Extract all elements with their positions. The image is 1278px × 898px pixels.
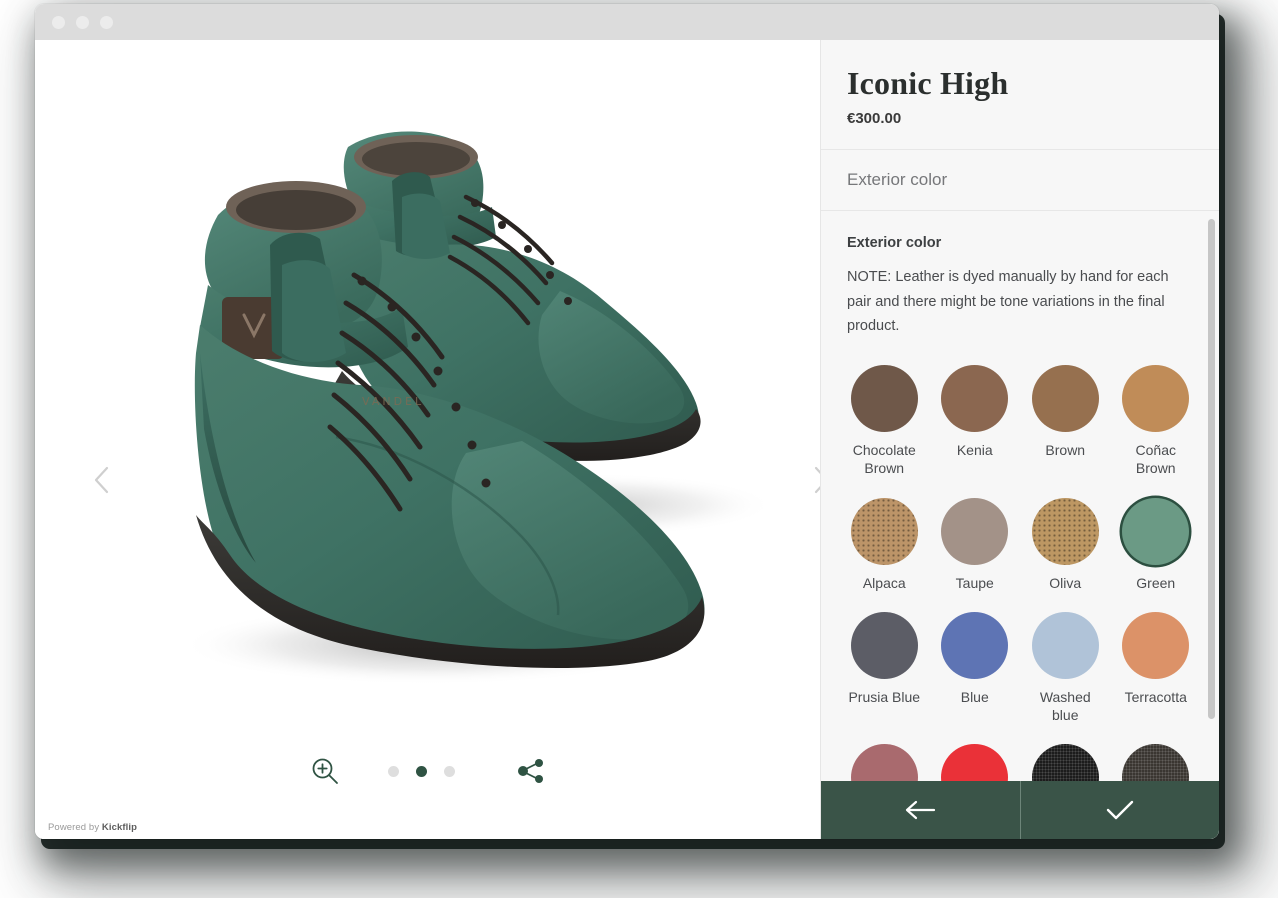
browser-window: VANDEL Powered by Kickflip Iconic High €… [35, 4, 1219, 839]
window-close-button[interactable] [52, 15, 65, 29]
color-swatch-option[interactable]: Taupe [938, 497, 1013, 592]
color-swatch-circle[interactable] [1122, 611, 1190, 679]
color-swatch-option[interactable]: Alpaca [847, 497, 922, 592]
app-content: VANDEL Powered by Kickflip Iconic High €… [35, 40, 1219, 839]
image-pagination-dots [388, 765, 455, 777]
color-swatch-label: Blue [960, 688, 989, 705]
color-swatch-option[interactable]: Brown [1028, 365, 1103, 477]
magnifier-plus-icon [312, 758, 338, 784]
color-swatch-circle[interactable] [941, 365, 1009, 433]
share-icon [518, 759, 543, 783]
color-swatch-option[interactable]: Oliva [1028, 497, 1103, 592]
powered-by-label: Powered by Kickflip [48, 822, 137, 833]
color-swatch-circle[interactable] [1031, 497, 1099, 565]
back-button[interactable] [821, 781, 1021, 839]
color-swatch-label: Kenia [956, 442, 993, 459]
color-swatch-circle[interactable] [850, 365, 918, 433]
window-titlebar [35, 4, 1219, 40]
option-group-title: Exterior color [847, 235, 942, 252]
panel-scrollbar-track[interactable] [1208, 219, 1215, 831]
color-swatch-circle[interactable] [941, 497, 1009, 565]
product-price: €300.00 [847, 110, 902, 128]
pagination-dot-1[interactable] [388, 765, 399, 777]
color-swatch-option[interactable]: Green [1119, 497, 1194, 592]
color-swatch-label: Washed blue [1039, 688, 1091, 724]
color-swatch-option[interactable]: Terracotta [1119, 611, 1194, 724]
panel-header: Iconic High €300.00 [821, 40, 1219, 151]
option-group-scroll-area[interactable]: Exterior color NOTE: Leather is dyed man… [821, 211, 1219, 839]
color-swatch-label: Coñac Brown [1135, 442, 1176, 477]
page-title: Iconic High [847, 65, 1009, 101]
pagination-dot-2[interactable] [416, 765, 427, 777]
color-swatch-label: Brown [1045, 442, 1086, 459]
color-swatch-label: Alpaca [862, 574, 906, 591]
color-swatch-label: Chocolate Brown [852, 442, 916, 477]
option-group-note: NOTE: Leather is dyed manually by hand f… [847, 269, 1169, 334]
arrow-left-icon [906, 800, 936, 820]
chevron-left-icon [94, 466, 108, 494]
color-swatch-circle[interactable] [1122, 365, 1190, 433]
window-minimize-button[interactable] [76, 15, 89, 29]
color-swatch-label: Prusia Blue [848, 688, 921, 705]
color-swatch-option[interactable]: Blue [938, 611, 1013, 724]
configurator-panel: Iconic High €300.00 Exterior color Exter… [820, 40, 1219, 839]
panel-action-bar [821, 781, 1219, 839]
product-image-stage[interactable]: VANDEL [35, 40, 820, 839]
product-viewer[interactable]: VANDEL Powered by Kickflip [35, 40, 828, 839]
zoom-in-button[interactable] [310, 756, 340, 786]
color-swatch-label: Taupe [955, 574, 994, 591]
share-button[interactable] [517, 758, 545, 784]
color-swatch-option[interactable]: Washed blue [1028, 611, 1103, 724]
prev-image-button[interactable] [81, 457, 121, 503]
color-swatch-option[interactable]: Prusia Blue [847, 611, 922, 724]
color-swatch-circle[interactable] [1031, 611, 1099, 679]
color-swatch-circle[interactable] [941, 611, 1009, 679]
powered-by-brand: Kickflip [101, 822, 138, 833]
color-swatch-option[interactable]: Chocolate Brown [847, 365, 922, 477]
confirm-button[interactable] [1021, 781, 1220, 839]
sneaker-pair-image: VANDEL [180, 131, 775, 685]
color-swatch-circle[interactable] [1122, 497, 1190, 565]
panel-scrollbar-thumb[interactable] [1208, 219, 1215, 720]
color-swatch-option[interactable]: Kenia [938, 365, 1013, 477]
color-swatch-label: Oliva [1049, 574, 1082, 591]
color-swatch-grid: Chocolate Brown Kenia Brown Coñac Brown Alpa… [847, 365, 1194, 812]
color-swatch-option[interactable]: Coñac Brown [1119, 365, 1194, 477]
color-swatch-circle[interactable] [850, 497, 918, 565]
svg-text:VANDEL: VANDEL [362, 395, 424, 408]
color-swatch-circle[interactable] [850, 611, 918, 679]
check-icon [1106, 800, 1133, 820]
color-swatch-label: Green [1136, 574, 1176, 591]
color-swatch-label: Terracotta [1124, 688, 1187, 705]
pagination-dot-3[interactable] [444, 765, 455, 777]
viewer-toolbar [35, 751, 820, 791]
color-swatch-circle[interactable] [1031, 365, 1099, 433]
powered-by-prefix: Powered by [48, 822, 102, 833]
step-selector-exterior-color[interactable]: Exterior color [821, 150, 1219, 212]
window-maximize-button[interactable] [100, 15, 113, 29]
